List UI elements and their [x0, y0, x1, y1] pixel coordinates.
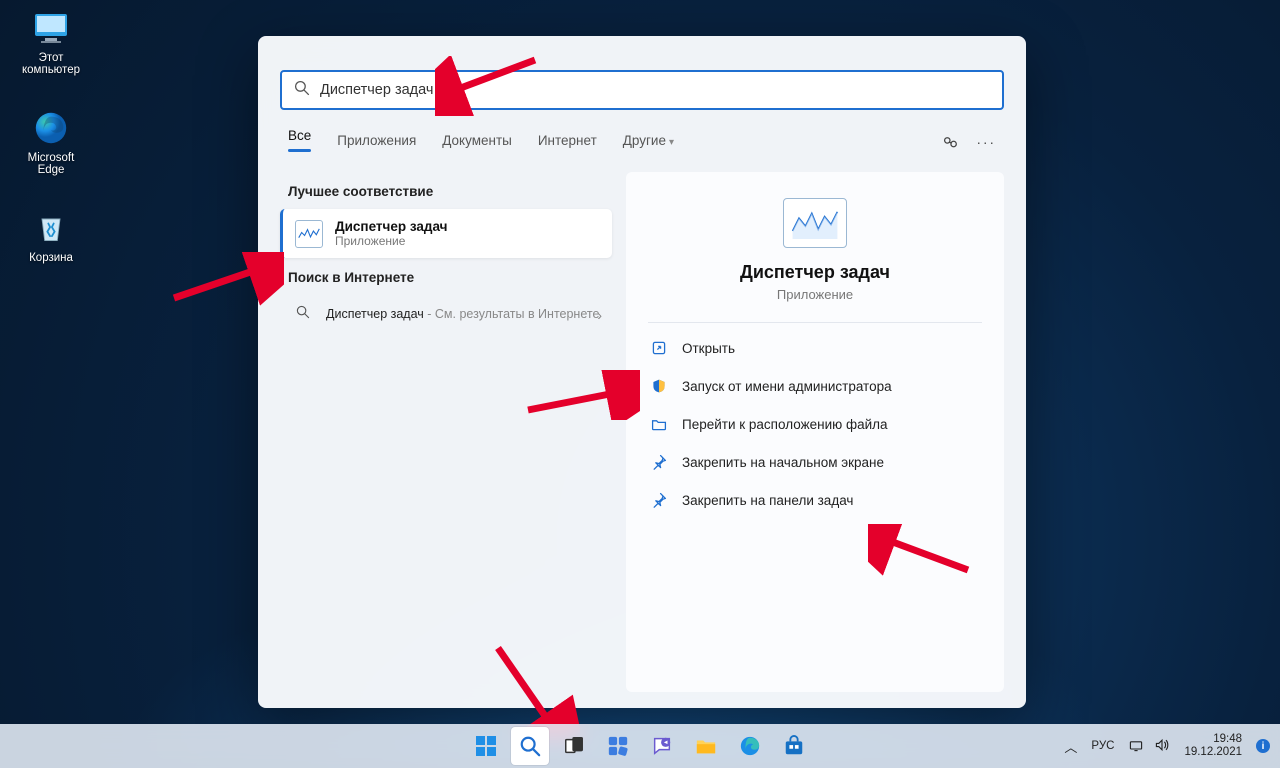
taskbar-center — [467, 727, 813, 765]
store-button[interactable] — [775, 727, 813, 765]
desktop-icon-recycle-bin[interactable]: Корзина — [12, 208, 90, 264]
action-open-file-location[interactable]: Перейти к расположению файла — [644, 405, 986, 443]
action-pin-to-taskbar[interactable]: Закрепить на панели задач — [644, 481, 986, 519]
edge-button[interactable] — [731, 727, 769, 765]
details-subtitle: Приложение — [644, 287, 986, 302]
internet-result-text: Диспетчер задач - См. результаты в Интер… — [326, 306, 599, 323]
chat-button[interactable] — [643, 727, 681, 765]
task-manager-icon — [295, 220, 323, 248]
clock-date: 19.12.2021 — [1184, 746, 1242, 759]
chevron-right-icon: › — [597, 307, 602, 323]
edge-icon — [31, 108, 71, 148]
desktop: Этот компьютер Microsoft Edge Корзина Вс… — [0, 0, 1280, 768]
this-pc-icon — [31, 8, 71, 48]
language-indicator[interactable]: РУС — [1091, 740, 1114, 752]
task-view-button[interactable] — [555, 727, 593, 765]
tab-apps[interactable]: Приложения — [337, 133, 416, 158]
taskbar: ︿ РУС 19:48 19.12.2021 i — [0, 724, 1280, 768]
action-label: Запуск от имени администратора — [682, 379, 892, 394]
folder-icon — [650, 415, 668, 433]
search-icon — [294, 80, 310, 101]
tab-all[interactable]: Все — [288, 128, 311, 162]
internet-search-result[interactable]: Диспетчер задач - См. результаты в Интер… — [284, 295, 608, 334]
shield-icon — [650, 377, 668, 395]
pin-icon — [650, 491, 668, 509]
desktop-icon-this-pc[interactable]: Этот компьютер — [12, 8, 90, 76]
action-run-as-admin[interactable]: Запуск от имени администратора — [644, 367, 986, 405]
taskbar-right: ︿ РУС 19:48 19.12.2021 i — [1064, 733, 1270, 759]
internet-search-label: Поиск в Интернете — [288, 270, 604, 285]
divider — [648, 322, 982, 323]
best-match-label: Лучшее соответствие — [288, 184, 604, 199]
action-label: Открыть — [682, 341, 735, 356]
network-icon[interactable] — [1128, 737, 1144, 756]
search-input[interactable] — [320, 82, 990, 98]
desktop-icon-edge[interactable]: Microsoft Edge — [12, 108, 90, 176]
details-column: Диспетчер задач Приложение Открыть Запус… — [626, 172, 1004, 692]
accounts-icon[interactable] — [941, 135, 959, 156]
widgets-button[interactable] — [599, 727, 637, 765]
search-tabs: Все Приложения Документы Интернет Другие… — [288, 128, 996, 162]
result-title: Диспетчер задач — [335, 219, 447, 234]
tab-more[interactable]: Другие▾ — [623, 133, 674, 158]
search-icon — [292, 305, 314, 324]
search-panel: Все Приложения Документы Интернет Другие… — [258, 36, 1026, 708]
pin-icon — [650, 453, 668, 471]
recycle-bin-icon — [31, 208, 71, 248]
action-label: Закрепить на начальном экране — [682, 455, 884, 470]
task-manager-icon — [783, 198, 847, 248]
action-pin-to-start[interactable]: Закрепить на начальном экране — [644, 443, 986, 481]
more-icon[interactable]: ··· — [977, 135, 997, 156]
desktop-icon-label: Этот компьютер — [12, 52, 90, 76]
start-button[interactable] — [467, 727, 505, 765]
tab-documents[interactable]: Документы — [442, 133, 512, 158]
clock-time: 19:48 — [1184, 733, 1242, 746]
tray-chevron-icon[interactable]: ︿ — [1064, 737, 1077, 756]
action-label: Перейти к расположению файла — [682, 417, 888, 432]
search-box[interactable] — [280, 70, 1004, 110]
action-open[interactable]: Открыть — [644, 329, 986, 367]
desktop-icon-label: Microsoft Edge — [12, 152, 90, 176]
clock[interactable]: 19:48 19.12.2021 — [1184, 733, 1242, 759]
action-label: Закрепить на панели задач — [682, 493, 853, 508]
details-title: Диспетчер задач — [644, 262, 986, 283]
results-column: Лучшее соответствие Диспетчер задач Прил… — [280, 172, 612, 692]
tab-web[interactable]: Интернет — [538, 133, 597, 158]
best-match-result[interactable]: Диспетчер задач Приложение — [280, 209, 612, 258]
result-subtitle: Приложение — [335, 234, 447, 248]
chevron-down-icon: ▾ — [669, 137, 674, 148]
desktop-icon-label: Корзина — [12, 252, 90, 264]
search-button[interactable] — [511, 727, 549, 765]
volume-icon[interactable] — [1154, 737, 1170, 756]
open-icon — [650, 339, 668, 357]
notifications-badge[interactable]: i — [1256, 739, 1270, 753]
file-explorer-button[interactable] — [687, 727, 725, 765]
